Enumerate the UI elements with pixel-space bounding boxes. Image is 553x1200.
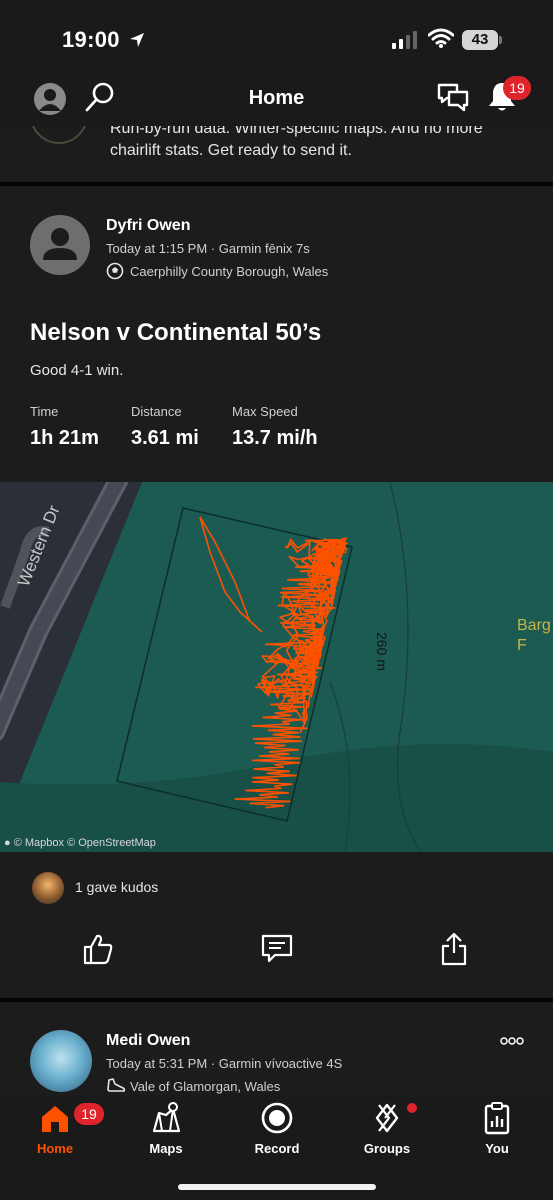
stat-distance: Distance 3.61 mi: [131, 404, 199, 450]
kudos-avatar[interactable]: [32, 872, 64, 904]
attribution-text: © Mapbox © OpenStreetMap: [13, 837, 156, 849]
comment-icon[interactable]: [260, 932, 294, 971]
activity-description: Good 4-1 win.: [30, 362, 124, 379]
athlete-avatar[interactable]: [30, 215, 90, 275]
activity-card-2: Medi Owen Today at 5:31 PM · Garmin vívo…: [0, 1002, 553, 1095]
stats-icon: [484, 1102, 510, 1135]
activity-map[interactable]: Western Dr 260 m Barg F ● © Mapbox © Ope…: [0, 482, 553, 852]
athlete-avatar[interactable]: [30, 1030, 92, 1092]
battery-tip: [499, 36, 502, 44]
activity-title[interactable]: Nelson v Continental 50’s: [30, 319, 321, 347]
tab-you[interactable]: You: [452, 1101, 542, 1156]
home-icon: [42, 1106, 68, 1132]
tab-maps[interactable]: Maps: [121, 1101, 211, 1156]
tab-badge: 19: [74, 1103, 104, 1125]
tab-label: You: [485, 1141, 509, 1156]
promo-image: [30, 126, 88, 144]
kudos-thumb-icon[interactable]: [82, 932, 114, 971]
map-attribution[interactable]: ● © Mapbox © OpenStreetMap: [4, 837, 156, 849]
tab-label: Maps: [149, 1141, 183, 1156]
status-time: 19:00: [62, 27, 120, 52]
tab-home[interactable]: Home 19: [10, 1101, 104, 1156]
share-icon[interactable]: [440, 932, 468, 971]
distance-label: 260 m: [374, 632, 390, 671]
tab-record[interactable]: Record: [232, 1101, 322, 1156]
stat-max-speed: Max Speed 13.7 mi/h: [232, 404, 318, 450]
map-icon: [152, 1102, 181, 1133]
stat-label: Time: [30, 404, 59, 419]
record-icon: [261, 1102, 293, 1134]
page-title: Home: [248, 87, 305, 109]
signal-icon: [392, 31, 420, 54]
map-place-label: Barg F: [517, 617, 551, 654]
wifi-icon: [427, 28, 455, 53]
mapbox-icon: ●: [4, 837, 11, 849]
map-canvas: [0, 482, 553, 852]
promo-card[interactable]: Run-by-run data. Winter-specific maps. A…: [0, 126, 553, 182]
stat-label: Distance: [131, 404, 182, 419]
notification-badge: 19: [503, 76, 531, 100]
activity-card: Dyfri Owen Today at 1:15 PM · Garmin fēn…: [0, 186, 553, 482]
stat-value: 1h 21m: [30, 427, 99, 449]
location-arrow-icon: [128, 31, 146, 54]
messages-icon[interactable]: [436, 82, 470, 119]
activity-meta: Today at 1:15 PM · Garmin fēnix 7s: [106, 241, 310, 256]
groups-icon: [375, 1103, 399, 1133]
activity-meta: Today at 5:31 PM · Garmin vívoactive 4S: [106, 1056, 343, 1071]
promo-text: Run-by-run data. Winter-specific maps. A…: [110, 126, 483, 159]
tab-label: Groups: [363, 1141, 411, 1156]
tab-label: Home: [36, 1141, 74, 1156]
more-options-icon[interactable]: [500, 1034, 524, 1052]
kudos-count[interactable]: 1 gave kudos: [75, 879, 158, 895]
home-indicator: [178, 1184, 376, 1190]
stat-time: Time 1h 21m: [30, 404, 99, 450]
battery-icon: 43: [462, 30, 498, 50]
tab-groups[interactable]: Groups: [342, 1101, 432, 1156]
athlete-name[interactable]: Medi Owen: [106, 1032, 190, 1050]
stat-value: 3.61 mi: [131, 427, 199, 449]
stat-value: 13.7 mi/h: [232, 427, 318, 449]
person-icon: [43, 228, 77, 260]
soccer-ball-icon: [106, 262, 124, 285]
tab-label: Record: [254, 1141, 300, 1156]
gps-track-line: [199, 516, 263, 633]
activity-location: Caerphilly County Borough, Wales: [130, 264, 329, 279]
stat-label: Max Speed: [232, 404, 298, 419]
status-bar: 19:00 43: [0, 0, 553, 74]
athlete-name[interactable]: Dyfri Owen: [106, 217, 190, 235]
kudos-section: 1 gave kudos: [0, 852, 553, 998]
activity-location: Vale of Glamorgan, Wales: [130, 1079, 281, 1094]
groups-notification-dot: [407, 1103, 417, 1113]
top-nav: Home 19: [0, 74, 553, 126]
